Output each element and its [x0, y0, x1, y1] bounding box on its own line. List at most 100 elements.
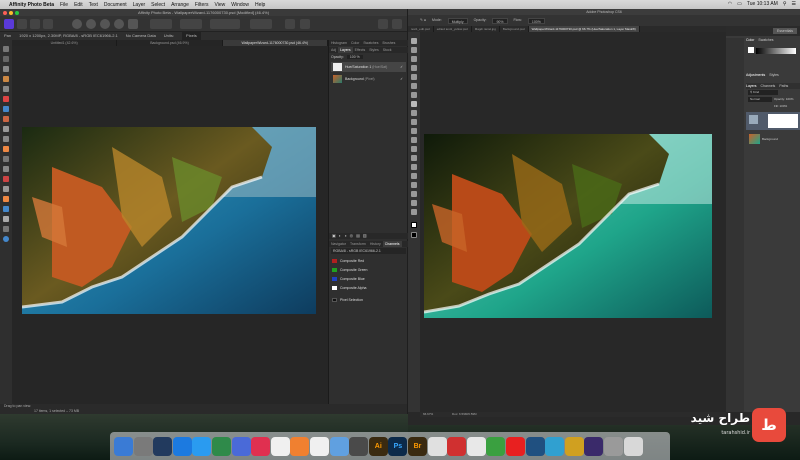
- ps-gradient-icon[interactable]: [411, 137, 417, 143]
- selection-mode-buttons[interactable]: [150, 19, 172, 29]
- menu-file[interactable]: File: [60, 2, 68, 8]
- launchpad-dock-icon[interactable]: [133, 437, 153, 456]
- ps-layer-row-adjustment[interactable]: [746, 112, 800, 130]
- disk-utility-dock-icon[interactable]: [604, 437, 623, 456]
- adjust-icon[interactable]: ◑: [344, 233, 346, 239]
- crop-tool-icon[interactable]: [3, 66, 9, 72]
- auto-contrast-icon[interactable]: [128, 19, 138, 29]
- terminal-dock-icon[interactable]: [349, 437, 369, 456]
- toolbar-right-icon[interactable]: [378, 19, 388, 29]
- smudge-tool-icon[interactable]: [3, 156, 9, 162]
- ps-tab-layers[interactable]: Layers: [746, 83, 757, 89]
- tab-histogram[interactable]: Histogram: [329, 40, 349, 46]
- ps-kind-filter[interactable]: ⚲ Kind: [748, 90, 778, 95]
- ps-type-icon[interactable]: [411, 173, 417, 179]
- excel-dock-icon[interactable]: [486, 437, 506, 456]
- ps-color-slider[interactable]: [756, 48, 796, 54]
- gpu-app-dock-icon[interactable]: [584, 437, 604, 456]
- xcode-dock-icon[interactable]: [192, 437, 212, 456]
- ps-tab-paths[interactable]: Paths: [779, 83, 788, 89]
- app-menu[interactable]: Affinity Photo Beta: [9, 2, 54, 8]
- transform-buttons[interactable]: [210, 19, 240, 29]
- ps-hand-icon[interactable]: [411, 200, 417, 206]
- channel-pixel-selection[interactable]: Pixel Selection: [331, 296, 406, 304]
- photoshop-document-image[interactable]: [424, 134, 712, 318]
- tab-transform[interactable]: Transform: [348, 241, 368, 247]
- arrange-buttons[interactable]: [250, 19, 272, 29]
- quicktime-dock-icon[interactable]: [525, 437, 545, 456]
- ps-color-swatch[interactable]: [748, 47, 754, 53]
- gradient-tool-icon[interactable]: [3, 206, 9, 212]
- mission-control-dock-icon[interactable]: [153, 437, 173, 456]
- ps-zoom-icon[interactable]: [411, 209, 417, 215]
- export-persona-icon[interactable]: [43, 19, 53, 29]
- zoom-window-button[interactable]: [15, 11, 19, 15]
- menu-layer[interactable]: Layer: [133, 2, 146, 8]
- menu-arrange[interactable]: Arrange: [171, 2, 189, 8]
- quick-mask-buttons[interactable]: [180, 19, 202, 29]
- bridge-dock-icon[interactable]: Br: [408, 437, 427, 456]
- develop-persona-icon[interactable]: [30, 19, 40, 29]
- levels-icon[interactable]: [86, 19, 96, 29]
- essentials-button[interactable]: Essentials: [773, 28, 797, 34]
- photoshop-dock-icon[interactable]: Ps: [388, 437, 408, 456]
- app-store-dock-icon[interactable]: [172, 437, 192, 456]
- ps-blur-icon[interactable]: [411, 146, 417, 152]
- tab-adjustments[interactable]: Adj: [329, 47, 338, 53]
- layer-row-background[interactable]: Background (Pixel) ✓: [331, 74, 406, 84]
- snapping-icon[interactable]: [285, 19, 295, 29]
- ps-brush-tool-icon[interactable]: [411, 101, 417, 107]
- ps-dodge-icon[interactable]: [411, 155, 417, 161]
- view-tool-icon[interactable]: [3, 56, 9, 62]
- ps-lasso-tool-icon[interactable]: [411, 56, 417, 62]
- menu-help[interactable]: Help: [255, 2, 265, 8]
- spotlight-icon[interactable]: ⚲: [783, 1, 787, 7]
- ps-crop-tool-icon[interactable]: [411, 74, 417, 80]
- photos-dock-icon[interactable]: [270, 437, 290, 456]
- ps-marquee-tool-icon[interactable]: [411, 47, 417, 53]
- opera-dock-icon[interactable]: [506, 437, 525, 456]
- hsl-icon[interactable]: [114, 19, 124, 29]
- color-wheel-icon[interactable]: [72, 19, 82, 29]
- ps-background-color-icon[interactable]: [411, 232, 417, 238]
- healing-brush-icon[interactable]: [3, 146, 9, 152]
- vpn-dock-icon[interactable]: [545, 437, 565, 456]
- channels-header[interactable]: RGBA/8 - sRGB IEC61966-2.1: [331, 248, 406, 254]
- text-tool-icon[interactable]: [3, 216, 9, 222]
- battery-icon[interactable]: ▭: [737, 1, 742, 7]
- opacity-input[interactable]: 90%: [492, 17, 508, 24]
- ps-opacity[interactable]: Opacity: 100%: [774, 97, 800, 102]
- fx-icon[interactable]: ◎: [350, 233, 354, 239]
- ps-stamp-tool-icon[interactable]: [411, 110, 417, 116]
- blur-brush-icon[interactable]: [3, 166, 9, 172]
- preview-dock-icon[interactable]: [329, 437, 349, 456]
- channel-red[interactable]: Composite Red: [331, 257, 406, 265]
- affinity-document-image[interactable]: [22, 127, 316, 314]
- pages-dock-icon[interactable]: [290, 437, 310, 456]
- flood-fill-icon[interactable]: [3, 96, 9, 102]
- clock[interactable]: Tue 10:13 AM: [747, 1, 778, 7]
- ps-blend-mode-select[interactable]: Normal: [748, 97, 772, 102]
- channel-blue[interactable]: Composite Blue: [331, 275, 406, 283]
- ps-history-brush-icon[interactable]: [411, 119, 417, 125]
- tab-brushes[interactable]: Brushes: [381, 40, 398, 46]
- minimize-window-button[interactable]: [9, 11, 13, 15]
- maps-dock-icon[interactable]: [212, 437, 231, 456]
- calendar-dock-icon[interactable]: [310, 437, 329, 456]
- tab-swatches[interactable]: Swatches: [361, 40, 380, 46]
- mask-icon[interactable]: ◐: [339, 233, 341, 239]
- paint-brush-icon[interactable]: [3, 106, 9, 112]
- tab-channels[interactable]: Channels: [382, 241, 402, 247]
- ps-eyedropper-icon[interactable]: [411, 83, 417, 89]
- finder-dock-icon[interactable]: [114, 437, 133, 456]
- mode-select[interactable]: Multiply: [447, 17, 468, 24]
- ps-quick-select-icon[interactable]: [411, 65, 417, 71]
- toolbar-settings-icon[interactable]: [392, 19, 402, 29]
- curves-icon[interactable]: [100, 19, 110, 29]
- illustrator-dock-icon[interactable]: Ai: [368, 437, 388, 456]
- channel-green[interactable]: Composite Green: [331, 266, 406, 274]
- wifi-icon[interactable]: ◠: [728, 1, 732, 7]
- ps-shape-icon[interactable]: [411, 191, 417, 197]
- ps-tab-styles[interactable]: Styles: [769, 72, 779, 78]
- photo-persona-icon[interactable]: [4, 19, 14, 29]
